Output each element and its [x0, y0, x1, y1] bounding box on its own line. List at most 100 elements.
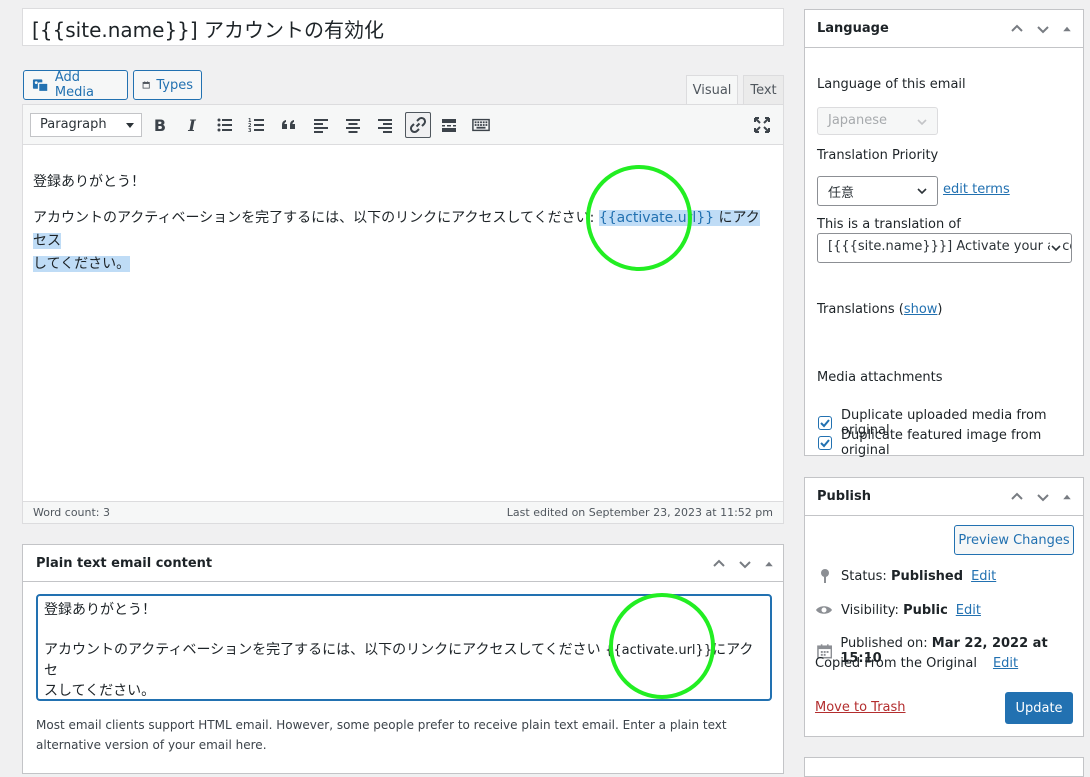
move-to-trash-link[interactable]: Move to Trash — [815, 700, 906, 715]
quote-icon — [282, 120, 295, 129]
chevron-down-icon — [1050, 242, 1062, 254]
visibility-value: Public — [903, 602, 948, 618]
plain-text-box: Plain text email content 登録ありがとう！ アカウントの… — [22, 544, 784, 774]
bold-button[interactable]: B — [148, 113, 172, 137]
priority-select-value: 任意 — [828, 186, 855, 201]
preview-changes-button[interactable]: Preview Changes — [954, 525, 1074, 555]
language-box: Language Language of this email Japanese… — [804, 9, 1084, 458]
plain-text-description: Most email clients support HTML email. H… — [36, 718, 727, 752]
chevron-down-icon[interactable] — [1035, 489, 1051, 505]
align-center-button[interactable] — [341, 113, 365, 137]
italic-button[interactable]: I — [180, 113, 204, 137]
language-select[interactable]: Japanese — [817, 107, 938, 135]
translation-of-label: This is a translation of — [817, 217, 961, 232]
toolbar-toggle-button[interactable] — [469, 113, 493, 137]
language-title: Language — [817, 21, 889, 36]
translations-show-link[interactable]: show — [904, 302, 938, 317]
translation-of-value: [{{{site.name}}}] Activate your account — [828, 239, 1072, 254]
checkmark-icon — [820, 439, 830, 448]
edit-terms-link[interactable]: edit terms — [943, 182, 1010, 197]
translation-of-select[interactable]: [{{{site.name}}}] Activate your account — [817, 233, 1072, 263]
priority-select[interactable]: 任意 — [817, 176, 938, 206]
plain-text-line: アカウントのアクティベーションを完了するには、以下のリンクにアクセスしてください… — [44, 640, 764, 681]
eye-icon — [816, 606, 832, 614]
collapse-triangle-icon[interactable] — [1061, 491, 1073, 503]
blockquote-button[interactable] — [277, 113, 301, 137]
dup-featured-checkbox[interactable] — [818, 436, 832, 450]
align-right-button[interactable] — [373, 113, 397, 137]
media-attachments-label: Media attachments — [817, 370, 943, 385]
types-button[interactable]: Types — [133, 70, 202, 100]
copied-text: Copied From the Original — [815, 656, 977, 671]
dup-featured-label: Duplicate featured image from original — [841, 428, 1042, 458]
priority-label: Translation Priority — [817, 148, 939, 163]
chevron-up-icon[interactable] — [711, 556, 727, 572]
plain-text-line: スしてください。 — [44, 683, 156, 699]
plain-text-textarea[interactable]: 登録ありがとう！ アカウントのアクティベーションを完了するには、以下のリンクにア… — [36, 594, 772, 701]
box-handles — [711, 556, 775, 572]
collapse-triangle-icon[interactable] — [763, 558, 775, 570]
edit-status-link[interactable]: Edit — [971, 569, 996, 584]
pin-icon — [821, 569, 829, 583]
fullscreen-button[interactable] — [750, 113, 774, 137]
status-text: Status: Published — [841, 569, 963, 584]
italic-icon: I — [188, 115, 196, 135]
editor-content[interactable]: 登録ありがとう！ アカウントのアクティベーションを完了するには、以下のリンクにア… — [23, 145, 783, 480]
box-handles — [1009, 489, 1073, 505]
numbered-list-icon: 123 — [248, 118, 264, 134]
tab-visual[interactable]: Visual — [686, 75, 738, 105]
publish-box: Publish Preview Changes Status: Publishe… — [804, 477, 1084, 737]
format-select-value: Paragraph — [40, 117, 107, 132]
editor-paragraph: 登録ありがとう！ — [33, 174, 145, 190]
edit-visibility-link[interactable]: Edit — [956, 603, 981, 618]
status-label: Status: — [841, 568, 891, 584]
align-center-icon — [346, 119, 360, 133]
edit-date-link[interactable]: Edit — [993, 656, 1018, 671]
box-handles — [1009, 21, 1073, 37]
editor-paragraph: アカウントのアクティベーションを完了するには、以下のリンクにアクセスしてください… — [33, 207, 773, 276]
publish-title: Publish — [817, 489, 871, 504]
chevron-up-icon[interactable] — [1009, 21, 1025, 37]
translations-label-text: Translations ( — [817, 302, 904, 317]
chevron-down-icon — [917, 188, 927, 195]
editor-text: アカウントのアクティベーションを完了するには、以下のリンクにアクセスしてください… — [33, 210, 599, 226]
chevron-down-icon[interactable] — [737, 556, 753, 572]
calendar-icon — [142, 81, 150, 89]
align-left-icon — [314, 119, 328, 133]
chevron-down-icon[interactable] — [1035, 21, 1051, 37]
bullet-list-button[interactable] — [213, 113, 237, 137]
align-left-button[interactable] — [309, 113, 333, 137]
plain-text-segment: アカウントのアクティベーションを完了するには、以下のリンクにアクセスしてください — [44, 642, 606, 658]
keyboard-icon — [472, 118, 490, 132]
format-select[interactable]: Paragraph — [30, 113, 142, 137]
insert-link-button[interactable] — [405, 112, 431, 138]
chevron-up-icon[interactable] — [1009, 489, 1025, 505]
activate-url-link[interactable]: {{activate.url}} — [598, 210, 715, 226]
types-label: Types — [156, 77, 193, 93]
collapse-triangle-icon[interactable] — [1061, 23, 1073, 35]
translations-label: Translations (show) — [817, 302, 943, 317]
editor-status-bar: Word count: 3 Last edited on September 2… — [23, 501, 783, 523]
read-more-icon — [442, 119, 456, 132]
publish-header: Publish — [805, 478, 1083, 516]
align-right-icon — [378, 119, 392, 133]
editor-toolbar: Paragraph B I 123 — [23, 105, 783, 145]
fullscreen-icon — [754, 117, 770, 133]
link-icon — [409, 116, 427, 134]
plain-text-url: {{activate.url}} — [605, 643, 713, 658]
next-side-box — [804, 757, 1084, 777]
chevron-down-icon — [917, 119, 927, 126]
language-select-value: Japanese — [828, 113, 888, 128]
bold-icon: B — [153, 115, 167, 135]
visibility-label: Visibility: — [841, 602, 904, 618]
tab-text[interactable]: Text — [743, 75, 784, 104]
add-media-button[interactable]: Add Media — [23, 70, 128, 100]
visual-editor: Paragraph B I 123 登録ありがとう！ アカウントのアクティベーシ… — [22, 104, 784, 524]
word-count: Word count: 3 — [33, 506, 111, 519]
update-button[interactable]: Update — [1005, 692, 1073, 724]
numbered-list-button[interactable]: 123 — [245, 113, 269, 137]
read-more-button[interactable] — [437, 113, 461, 137]
caret-down-icon — [126, 123, 134, 128]
selected-text: してください。 — [33, 256, 131, 272]
title-input[interactable]: [{{site.name}}] アカウントの有効化 — [22, 8, 784, 46]
